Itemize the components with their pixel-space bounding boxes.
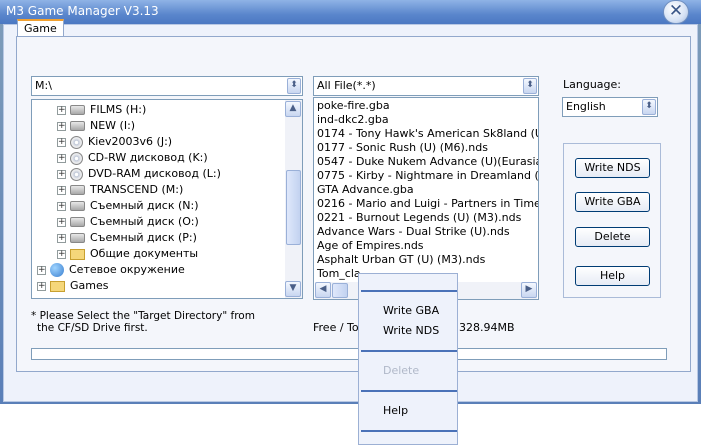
language-select-value: English [566,100,606,113]
menu-item-delete: Delete [383,364,420,377]
scroll-thumb[interactable] [332,283,348,298]
window-title: M3 Game Manager V3.13 [6,4,159,18]
menu-separator [361,390,457,392]
tab-game-label: Game [24,22,57,35]
target-directory-note-line2: the CF/SD Drive first. [37,322,148,334]
scroll-thumb[interactable] [286,170,301,245]
expand-icon[interactable]: + [57,137,66,147]
tree-item[interactable]: + Games [37,278,108,294]
list-item[interactable]: Age of Empires.nds [317,239,424,253]
folder-icon [50,280,65,292]
scroll-up-icon[interactable]: ▲ [285,101,301,117]
network-icon [50,263,64,277]
expand-icon[interactable]: + [57,153,66,163]
close-icon: ✕ [668,1,684,21]
expand-icon[interactable]: + [57,249,66,259]
menu-item-write-gba[interactable]: Write GBA [383,304,439,317]
language-label: Language: [563,78,621,91]
tree-item[interactable]: + FILMS (H:) [57,102,146,118]
tree-item[interactable]: + DVD-RAM дисковод (L:) [57,166,221,182]
expand-icon[interactable]: + [57,233,66,243]
filter-combo-value: All File(*.*) [317,79,376,92]
expand-icon[interactable]: + [57,121,66,131]
drive-icon [70,121,85,131]
drive-combo[interactable]: M:\ ⬍ [31,76,303,96]
progress-bar [31,348,667,360]
menu-separator [361,430,457,432]
scroll-right-icon[interactable]: ▶ [521,282,537,298]
expand-icon[interactable]: + [57,201,66,211]
menu-separator [361,290,457,292]
list-item[interactable]: 0216 - Mario and Luigi - Partners in Tim… [317,197,538,211]
language-select[interactable]: English ⬍ [562,97,658,117]
filter-combo[interactable]: All File(*.*) ⬍ [313,76,539,96]
drive-icon [70,185,85,195]
tree-item[interactable]: + Съемный диск (P:) [57,230,197,246]
tree-vertical-scrollbar[interactable]: ▲ ▼ [285,100,302,298]
write-nds-button[interactable]: Write NDS [575,158,650,178]
free-space-value: 328.94MB [459,321,515,334]
tab-game[interactable]: Game [17,19,64,37]
list-item[interactable]: 0221 - Burnout Legends (U) (M3).nds [317,211,521,225]
expand-icon[interactable]: + [37,265,46,275]
expand-icon[interactable]: + [57,105,66,115]
filter-combo-dropdown-icon[interactable]: ⬍ [523,78,537,94]
list-item[interactable]: 0775 - Kirby - Nightmare in Dreamland (U… [317,169,538,183]
context-menu: Write GBA Write NDS Delete Help [358,273,458,445]
list-item[interactable]: 0547 - Duke Nukem Advance (U)(Eurasia).g… [317,155,538,169]
list-item[interactable]: ind-dkc2.gba [317,113,389,127]
list-item[interactable]: Advance Wars - Dual Strike (U).nds [317,225,510,239]
expand-icon[interactable]: + [37,281,46,291]
folder-icon [70,248,85,260]
free-space-label: Free / To [313,321,359,334]
delete-button[interactable]: Delete [575,227,650,247]
list-item[interactable]: Asphalt Urban GT (U) (M3).nds [317,253,485,267]
target-directory-note-line1: * Please Select the "Target Directory" f… [31,310,255,322]
scroll-down-icon[interactable]: ▼ [285,281,301,297]
list-item[interactable]: 0174 - Tony Hawk's American Sk8land (U).… [317,127,538,141]
drive-icon [70,217,85,227]
menu-separator [361,350,457,352]
close-button[interactable]: ✕ [663,0,689,24]
drive-combo-value: M:\ [35,79,52,92]
cd-icon [70,135,83,149]
tree-item[interactable]: + TRANSCEND (M:) [57,182,183,198]
menu-item-help[interactable]: Help [383,404,408,417]
list-item[interactable]: 0177 - Sonic Rush (U) (M6).nds [317,141,488,155]
drive-combo-dropdown-icon[interactable]: ⬍ [287,78,301,94]
menu-item-write-nds[interactable]: Write NDS [383,324,439,337]
tree-item[interactable]: + Общие документы [57,246,198,262]
help-button[interactable]: Help [575,266,650,286]
tree-item[interactable]: + CD-RW дисковод (K:) [57,150,208,166]
expand-icon[interactable]: + [57,185,66,195]
list-item[interactable]: poke-fire.gba [317,99,390,113]
title-bar[interactable]: M3 Game Manager V3.13 [0,0,701,24]
drive-icon [70,201,85,211]
cd-icon [70,167,83,181]
drive-icon [70,105,85,115]
file-list[interactable]: poke-fire.gba ind-dkc2.gba 0174 - Tony H… [313,97,539,300]
tree-item[interactable]: + Kiev2003v6 (J:) [57,134,172,150]
tree-item[interactable]: + Съемный диск (O:) [57,214,199,230]
list-item[interactable]: GTA Advance.gba [317,183,414,197]
tree-item[interactable]: + Съемный диск (N:) [57,198,199,214]
language-dropdown-icon[interactable]: ⬍ [642,99,656,115]
directory-tree[interactable]: + FILMS (H:) + NEW (I:) + Kiev2003v6 (J:) +… [31,99,303,299]
drive-icon [70,233,85,243]
tree-item[interactable]: + NEW (I:) [57,118,135,134]
write-gba-button[interactable]: Write GBA [575,192,650,212]
expand-icon[interactable]: + [57,217,66,227]
expand-icon[interactable]: + [57,169,66,179]
tree-item[interactable]: + Сетевое окружение [37,262,185,278]
scroll-left-icon[interactable]: ◀ [315,282,331,298]
cd-icon [70,151,83,165]
